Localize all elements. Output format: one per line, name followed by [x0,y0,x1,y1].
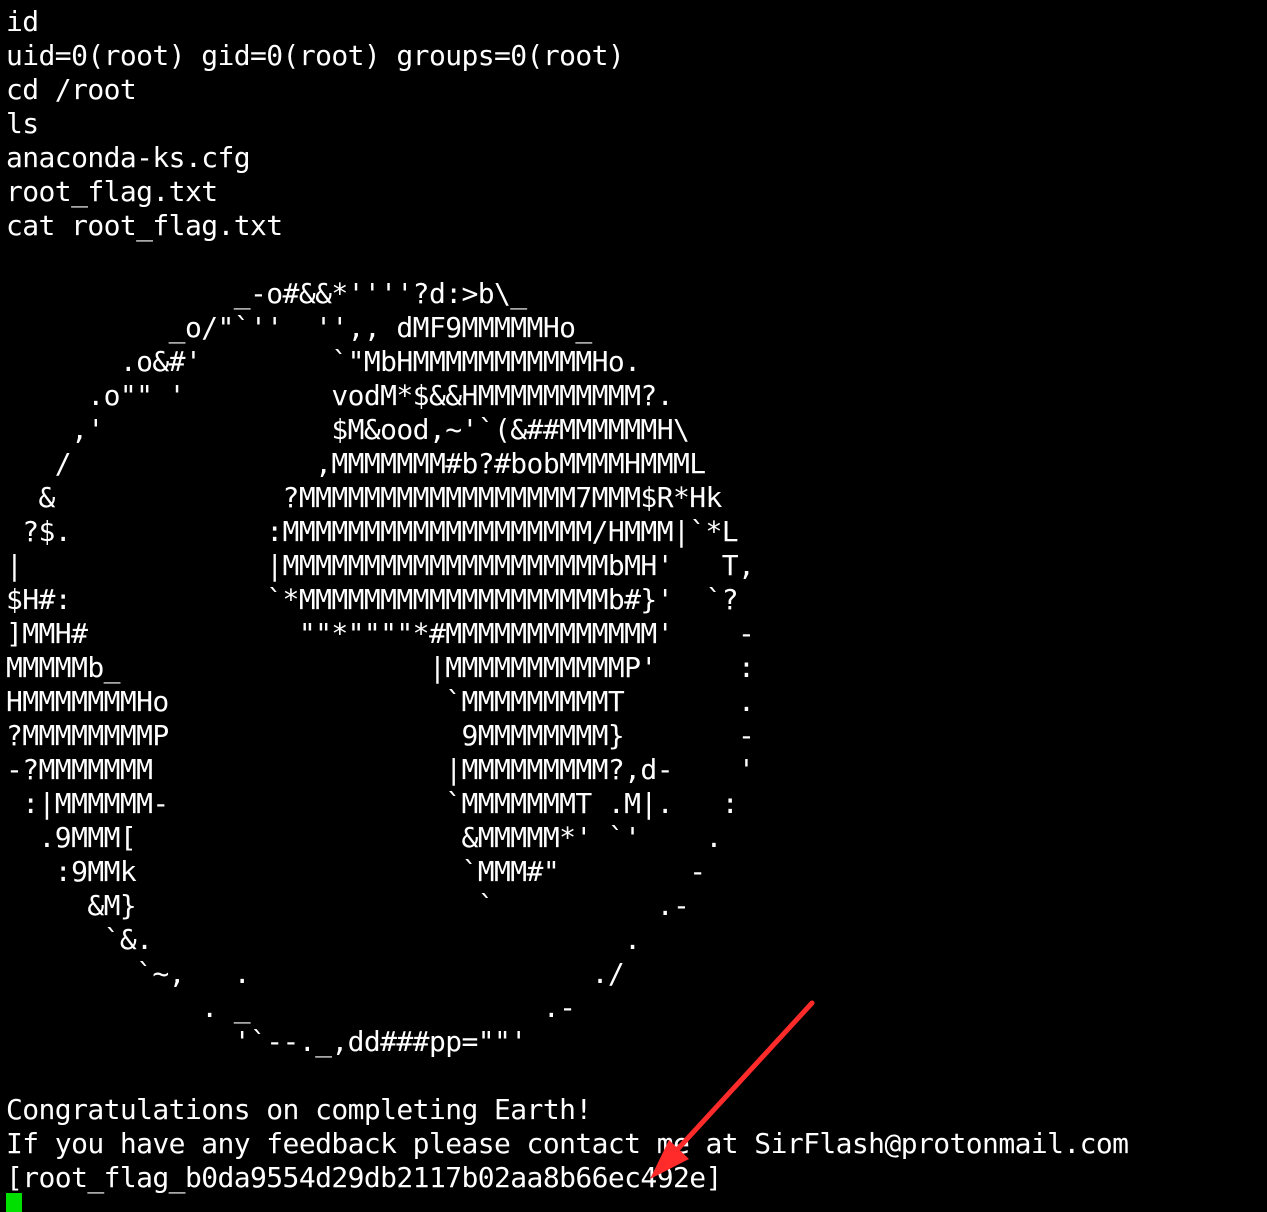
feedback-contact-message: If you have any feedback please contact … [6,1127,1129,1160]
terminal-window[interactable]: id uid=0(root) gid=0(root) groups=0(root… [0,0,1267,1212]
terminal-line-command-ls: ls [6,107,39,140]
terminal-line-output-file: root_flag.txt [6,175,218,208]
ascii-art-line: MMMMMb_ |MMMMMMMMMMMP' : [6,651,755,684]
ascii-art-line: .o&#' `"MbHMMMMMMMMMMMHo. [6,345,641,378]
ascii-art-line: ,' $M&ood,~'`(&##MMMMMMH\ [6,413,690,446]
ascii-art-line: `&. . [6,923,641,956]
ascii-art-line: HMMMMMMMHo `MMMMMMMMMT . [6,685,755,718]
ascii-art-line: | |MMMMMMMMMMMMMMMMMMMMbMH' T, [6,549,755,582]
ascii-art-line: . _ .- [6,991,576,1024]
terminal-line-command-cd: cd /root [6,73,137,106]
root-flag-value: [root_flag_b0da9554d29db2117b02aa8b66ec4… [6,1161,722,1194]
terminal-line-output-uid: uid=0(root) gid=0(root) groups=0(root) [6,39,625,72]
ascii-art-line: & ?MMMMMMMMMMMMMMMMM7MMM$R*Hk [6,481,723,514]
terminal-line-command-id: id [6,5,39,38]
terminal-line-output-file: anaconda-ks.cfg [6,141,251,174]
terminal-cursor [6,1193,22,1212]
ascii-art-line: ?$. :MMMMMMMMMMMMMMMMMMM/HMMM|`*L [6,515,739,548]
ascii-art-line: / ,MMMMMMM#b?#bobMMMMHMMML [6,447,706,480]
ascii-art-line: :9MMk `MMM#" - [6,855,706,888]
ascii-art-line: &M} ` .- [6,889,690,922]
ascii-art-line: _-o#&&*''''?d:>b\_ [6,277,527,310]
ascii-art-line: -?MMMMMMM |MMMMMMMMM?,d- ' [6,753,755,786]
terminal-line-command-cat: cat root_flag.txt [6,209,283,242]
ascii-art-line: ]MMH# ""*""""*#MMMMMMMMMMMMM' - [6,617,755,650]
ascii-art-line: `~, . ./ [6,957,625,990]
ascii-art-line: .9MMM[ &MMMMM*' `' . [6,821,723,854]
ascii-art-line: ?MMMMMMMMP 9MMMMMMMM} - [6,719,755,752]
ascii-art-line: '`--._,dd###pp=""' [6,1025,527,1058]
ascii-art-line: :|MMMMMM- `MMMMMMMT .M|. : [6,787,739,820]
congratulations-message: Congratulations on completing Earth! [6,1093,592,1126]
ascii-art-line: $H#: `*MMMMMMMMMMMMMMMMMMMb#}' `? [6,583,739,616]
ascii-art-line: _o/"`'' '',, dMF9MMMMMHo_ [6,311,593,344]
ascii-art-line: .o"" ' vodM*$&&HMMMMMMMMMM?. [6,379,673,412]
